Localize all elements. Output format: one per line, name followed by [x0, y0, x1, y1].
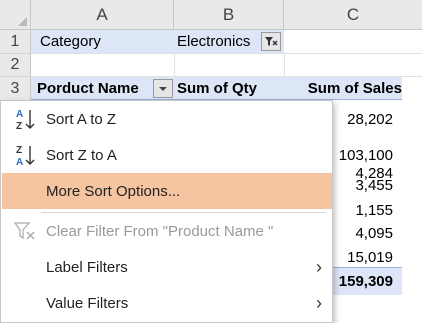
select-all-corner[interactable] [0, 0, 31, 30]
select-all-triangle-icon [18, 17, 27, 26]
filter-funnel-icon [265, 37, 278, 46]
column-header-b[interactable]: B [174, 0, 284, 30]
svg-text:Z: Z [16, 145, 22, 156]
submenu-arrow-icon: › [316, 256, 322, 277]
menu-item-label: Label Filters [46, 258, 128, 276]
menu-item-label: Clear Filter From "Product Name " [46, 222, 274, 240]
column-header-a[interactable]: A [31, 0, 174, 30]
menu-item-label-filters[interactable]: Label Filters › [2, 249, 332, 285]
row-header-3[interactable]: 3 [0, 77, 31, 101]
column-header-c[interactable]: C [284, 0, 422, 30]
cell-b3[interactable]: Sum of Qty [177, 77, 257, 100]
svg-text:A: A [16, 109, 23, 120]
menu-item-label: Sort Z to A [46, 146, 117, 164]
report-filter-button[interactable] [261, 32, 281, 51]
column-header-label: C [346, 4, 360, 24]
menu-item-value-filters[interactable]: Value Filters › [2, 285, 332, 321]
row-labels-dropdown-button[interactable] [153, 79, 173, 98]
menu-item-sort-z-to-a[interactable]: Z A Sort Z to A [2, 137, 332, 173]
cell-b1[interactable]: Electronics [177, 30, 250, 53]
cell-c11-total[interactable]: 159,309 [333, 263, 393, 299]
gridline [174, 54, 175, 77]
row-header-label: 3 [10, 79, 20, 97]
cell-c3[interactable]: Sum of Sales [284, 77, 402, 100]
cell-a3[interactable]: Porduct Name [37, 77, 139, 100]
cell-c4[interactable]: 28,202 [333, 101, 393, 137]
svg-text:Z: Z [16, 121, 22, 132]
sort-filter-menu: A Z Sort A to Z Z A Sort Z to A More Sor… [0, 100, 333, 323]
submenu-arrow-icon: › [316, 292, 322, 313]
menu-item-label: Sort A to Z [46, 110, 117, 128]
menu-item-more-sort-options[interactable]: More Sort Options... [2, 173, 332, 209]
row-header-label: 1 [10, 32, 20, 50]
row-header-label: 2 [10, 56, 20, 73]
clear-filter-icon [13, 222, 35, 240]
menu-item-label: Value Filters [46, 294, 129, 312]
gridline [31, 53, 422, 54]
menu-item-clear-filter: Clear Filter From "Product Name " [2, 213, 332, 249]
svg-text:A: A [16, 157, 23, 168]
sort-z-to-a-icon: Z A [16, 145, 35, 168]
row-header-1[interactable]: 1 [0, 30, 31, 54]
column-header-label: B [222, 4, 235, 24]
menu-item-label: More Sort Options... [46, 182, 181, 200]
cell-a1[interactable]: Category [40, 30, 101, 53]
menu-item-sort-a-to-z[interactable]: A Z Sort A to Z [2, 101, 332, 137]
row-header-2[interactable]: 2 [0, 54, 31, 77]
column-header-label: A [96, 4, 108, 24]
dropdown-arrow-icon [159, 86, 167, 91]
sort-a-to-z-icon: A Z [16, 109, 35, 132]
gridline [284, 54, 285, 77]
